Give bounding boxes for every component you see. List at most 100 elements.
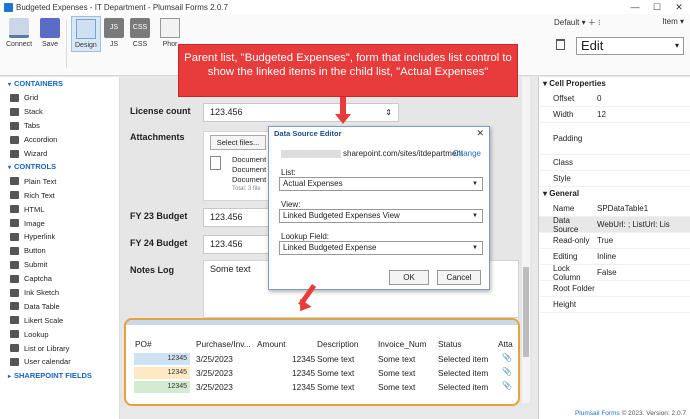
toolbox-item-captcha[interactable]: Captcha bbox=[0, 272, 119, 286]
item-select[interactable]: Item ▾ bbox=[662, 17, 684, 28]
toolbox-item-button[interactable]: Button bbox=[0, 244, 119, 258]
table-cell[interactable]: 3/25/2023 bbox=[196, 382, 233, 392]
minimize-icon[interactable]: — bbox=[624, 0, 646, 14]
table-cell[interactable]: Selected item bbox=[438, 354, 488, 364]
property-row[interactable]: Read-only True bbox=[539, 233, 690, 249]
property-row[interactable]: Root Folder bbox=[539, 281, 690, 297]
css-button[interactable]: CSS CSS bbox=[130, 18, 150, 48]
save-button[interactable]: Save bbox=[40, 18, 60, 48]
layout-select[interactable]: Default ▾ ＋ ⁝ bbox=[554, 17, 601, 28]
column-header[interactable]: Amount bbox=[257, 339, 286, 349]
toolbox-item-likert-scale[interactable]: Likert Scale bbox=[0, 313, 119, 327]
trash-icon[interactable] bbox=[556, 39, 565, 50]
column-header[interactable]: Atta bbox=[498, 339, 513, 349]
form-type-select[interactable]: Edit ▾ bbox=[576, 37, 684, 55]
table-cell[interactable]: Some text bbox=[378, 382, 415, 392]
fy23-budget-input[interactable]: 123.456 bbox=[203, 208, 273, 227]
general-header[interactable]: ▾ General bbox=[539, 187, 690, 201]
property-row[interactable]: Width 12 bbox=[539, 107, 690, 123]
toolbox-item-user-calendar[interactable]: User calendar bbox=[0, 355, 119, 369]
js-button[interactable]: JS JS bbox=[104, 18, 124, 48]
toolbox-item-submit[interactable]: Submit bbox=[0, 258, 119, 272]
property-value[interactable]: SPDataTable1 bbox=[597, 204, 690, 213]
table-cell[interactable]: 3/25/2023 bbox=[196, 368, 233, 378]
ok-button[interactable]: OK bbox=[389, 270, 429, 285]
view-select[interactable]: Linked Budgeted Expenses View ▼ bbox=[279, 209, 483, 223]
toolbox-item-plain-text[interactable]: Plain Text bbox=[0, 174, 119, 188]
dialog-close-icon[interactable]: ✕ bbox=[476, 128, 484, 139]
property-value[interactable]: True bbox=[597, 236, 690, 245]
toolbox-item-image[interactable]: Image bbox=[0, 216, 119, 230]
containers-header[interactable]: ▾ CONTAINERS bbox=[0, 77, 119, 91]
table-cell[interactable]: 12345 bbox=[292, 382, 315, 392]
toolbox-item-wizard[interactable]: Wizard bbox=[0, 147, 119, 161]
table-cell[interactable]: Some text bbox=[317, 354, 354, 364]
toolbox-item-list-or-library[interactable]: List or Library bbox=[0, 341, 119, 355]
toolbox-item-ink-sketch[interactable]: Ink Sketch bbox=[0, 286, 119, 300]
table-cell[interactable]: 12345 bbox=[292, 354, 315, 364]
property-row[interactable]: Padding bbox=[539, 123, 690, 155]
table-cell[interactable]: Some text bbox=[317, 382, 354, 392]
property-row[interactable]: Height bbox=[539, 297, 690, 313]
spinner-icon[interactable]: ⇕ bbox=[385, 104, 392, 121]
property-row[interactable]: Lock Column False bbox=[539, 264, 690, 282]
toolbox-item-html[interactable]: HTML bbox=[0, 202, 119, 216]
toolbox-item-grid[interactable]: Grid bbox=[0, 91, 119, 105]
po-cell[interactable]: 12345 bbox=[134, 381, 190, 393]
controls-header[interactable]: ▾ CONTROLS bbox=[0, 160, 119, 174]
toolbox-item-accordion[interactable]: Accordion bbox=[0, 133, 119, 147]
table-cell[interactable]: Some text bbox=[317, 368, 354, 378]
table-cell[interactable]: Selected item bbox=[438, 382, 488, 392]
table-cell[interactable]: Some text bbox=[378, 354, 415, 364]
column-header[interactable]: Status bbox=[438, 339, 462, 349]
footer-brand-link[interactable]: Plumsail Forms bbox=[575, 410, 620, 417]
column-header[interactable]: Purchase/Inv... bbox=[196, 339, 251, 349]
property-row[interactable]: Class bbox=[539, 155, 690, 171]
select-files-button[interactable]: Select files... bbox=[210, 135, 266, 150]
fy24-budget-input[interactable]: 123.456 bbox=[203, 235, 273, 254]
attachment-file[interactable]: Document bbox=[232, 175, 266, 185]
lookup-field-select[interactable]: Linked Budgeted Expense ▼ bbox=[279, 241, 483, 255]
table-cell[interactable]: Selected item bbox=[438, 368, 488, 378]
toolbox-item-data-table[interactable]: Data Table bbox=[0, 299, 119, 313]
property-row[interactable]: Data Source WebUrl: ; ListUrl: Lis bbox=[539, 216, 690, 234]
column-header[interactable]: PO# bbox=[135, 339, 152, 349]
cancel-button[interactable]: Cancel bbox=[437, 270, 481, 285]
po-cell[interactable]: 12345 bbox=[134, 367, 190, 379]
maximize-icon[interactable]: ☐ bbox=[646, 0, 668, 14]
table-cell[interactable]: 12345 bbox=[292, 368, 315, 378]
property-value[interactable]: 12 bbox=[597, 110, 690, 119]
change-link[interactable]: Change bbox=[453, 149, 481, 158]
property-value[interactable]: Inline bbox=[597, 252, 690, 261]
list-select[interactable]: Actual Expenses ▼ bbox=[279, 177, 483, 191]
toolbox-item-hyperlink[interactable]: Hyperlink bbox=[0, 230, 119, 244]
paperclip-icon[interactable]: 📎 bbox=[502, 353, 512, 362]
close-icon[interactable]: ✕ bbox=[668, 0, 690, 14]
column-header[interactable]: Description bbox=[317, 339, 359, 349]
property-value[interactable]: 0 bbox=[597, 94, 690, 103]
sharepoint-fields-header[interactable]: ▸ SHAREPOINT FIELDS bbox=[0, 369, 119, 383]
po-cell[interactable]: 12345 bbox=[134, 353, 190, 365]
paperclip-icon[interactable]: 📎 bbox=[502, 381, 512, 390]
phone-button[interactable]: Phor bbox=[160, 18, 180, 48]
toolbox-item-stack[interactable]: Stack bbox=[0, 105, 119, 119]
attachment-file[interactable]: Document bbox=[232, 155, 266, 165]
connect-button[interactable]: Connect bbox=[6, 18, 32, 48]
attachment-file[interactable]: Document bbox=[232, 165, 266, 175]
canvas-scrollbar[interactable] bbox=[522, 77, 530, 403]
column-header[interactable]: Invoice_Num bbox=[378, 339, 426, 349]
table-cell[interactable]: 3/25/2023 bbox=[196, 354, 233, 364]
toolbox-item-lookup[interactable]: Lookup bbox=[0, 327, 119, 341]
table-cell[interactable]: Some text bbox=[378, 368, 415, 378]
property-row[interactable]: Offset 0 bbox=[539, 91, 690, 107]
cell-properties-header[interactable]: ▾ Cell Properties bbox=[539, 77, 690, 91]
data-table[interactable]: PO# Purchase/Inv... Amount Description I… bbox=[124, 318, 520, 406]
design-button[interactable]: Design bbox=[71, 16, 101, 52]
property-value[interactable]: False bbox=[597, 268, 690, 277]
toolbox-item-tabs[interactable]: Tabs bbox=[0, 119, 119, 133]
toolbox-item-rich-text[interactable]: Rich Text bbox=[0, 188, 119, 202]
license-count-input[interactable]: 123.456 ⇕ bbox=[203, 103, 399, 122]
paperclip-icon[interactable]: 📎 bbox=[502, 367, 512, 376]
property-row[interactable]: Style bbox=[539, 171, 690, 187]
property-value[interactable]: WebUrl: ; ListUrl: Lis bbox=[597, 220, 690, 229]
